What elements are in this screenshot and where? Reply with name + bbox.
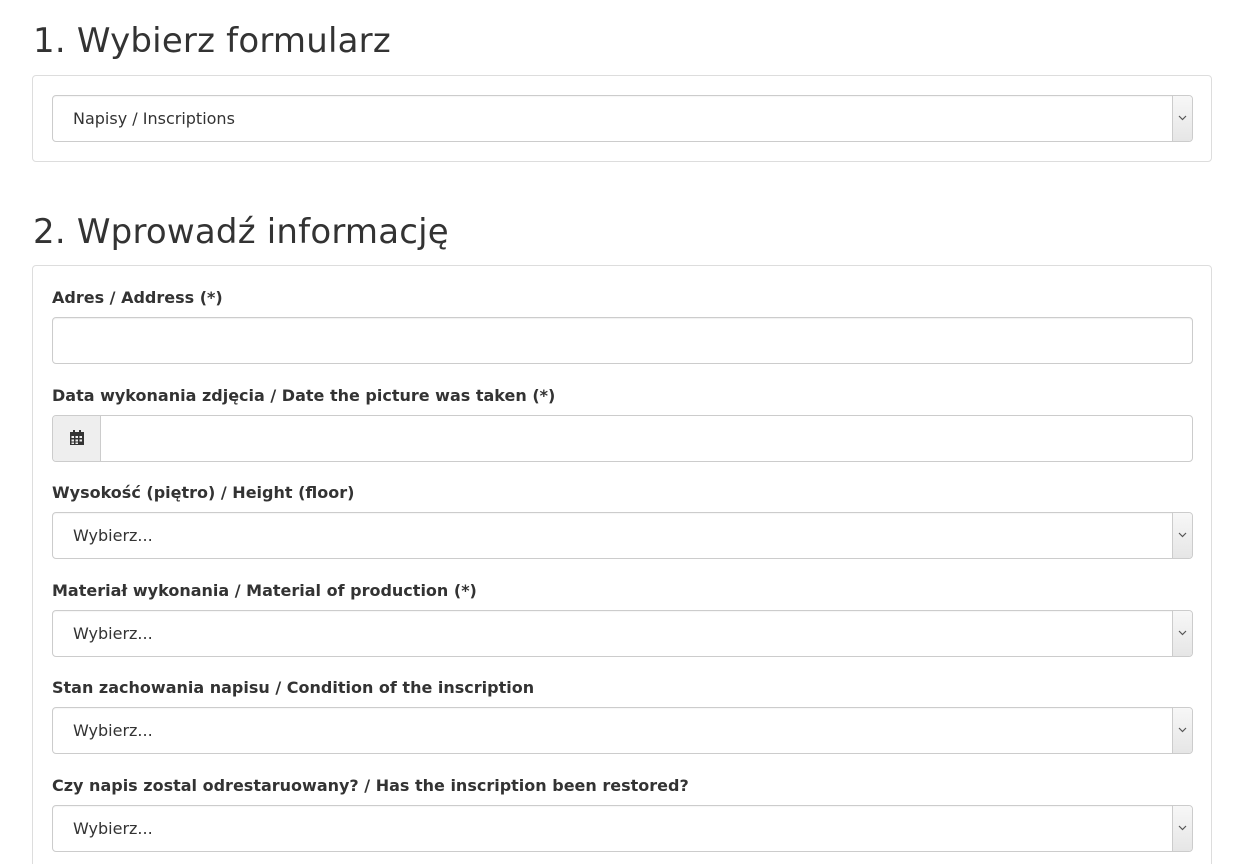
condition-select-toggle[interactable]: [1172, 708, 1192, 753]
restored-select-value: Wybierz...: [73, 819, 153, 838]
form-type-select-value: Napisy / Inscriptions: [73, 109, 235, 128]
condition-select-value: Wybierz...: [73, 721, 153, 740]
restored-label: Czy napis zostal odrestaruowany? / Has t…: [52, 776, 689, 795]
material-label: Materiał wykonania / Material of product…: [52, 581, 477, 600]
chevron-down-icon: [1178, 825, 1187, 831]
height-label: Wysokość (piętro) / Height (floor): [52, 483, 355, 502]
form-type-select-toggle[interactable]: [1172, 96, 1192, 141]
date-input-group: [52, 415, 1193, 462]
material-select[interactable]: Wybierz...: [52, 610, 1193, 657]
chevron-down-icon: [1178, 115, 1187, 121]
condition-select[interactable]: Wybierz...: [52, 707, 1193, 754]
step1-title: 1. Wybierz formularz: [33, 21, 391, 61]
chevron-down-icon: [1178, 630, 1187, 636]
restored-select-toggle[interactable]: [1172, 806, 1192, 851]
date-input[interactable]: [101, 416, 1192, 461]
material-select-toggle[interactable]: [1172, 611, 1192, 656]
info-form-panel: Adres / Address (*) Data wykonania zdjęc…: [32, 265, 1212, 864]
calendar-icon: [70, 430, 84, 445]
page: 1. Wybierz formularz Napisy / Inscriptio…: [0, 0, 1240, 864]
restored-select[interactable]: Wybierz...: [52, 805, 1193, 852]
form-select-panel: Napisy / Inscriptions: [32, 75, 1212, 162]
height-select[interactable]: Wybierz...: [52, 512, 1193, 559]
date-label: Data wykonania zdjęcia / Date the pictur…: [52, 386, 556, 405]
chevron-down-icon: [1178, 532, 1187, 538]
height-select-value: Wybierz...: [73, 526, 153, 545]
chevron-down-icon: [1178, 727, 1187, 733]
material-select-value: Wybierz...: [73, 624, 153, 643]
condition-label: Stan zachowania napisu / Condition of th…: [52, 678, 535, 697]
step2-title: 2. Wprowadź informację: [33, 212, 449, 252]
form-type-select[interactable]: Napisy / Inscriptions: [52, 95, 1193, 142]
address-input[interactable]: [52, 317, 1193, 364]
height-select-toggle[interactable]: [1172, 513, 1192, 558]
address-label: Adres / Address (*): [52, 288, 223, 307]
calendar-button[interactable]: [53, 416, 101, 461]
